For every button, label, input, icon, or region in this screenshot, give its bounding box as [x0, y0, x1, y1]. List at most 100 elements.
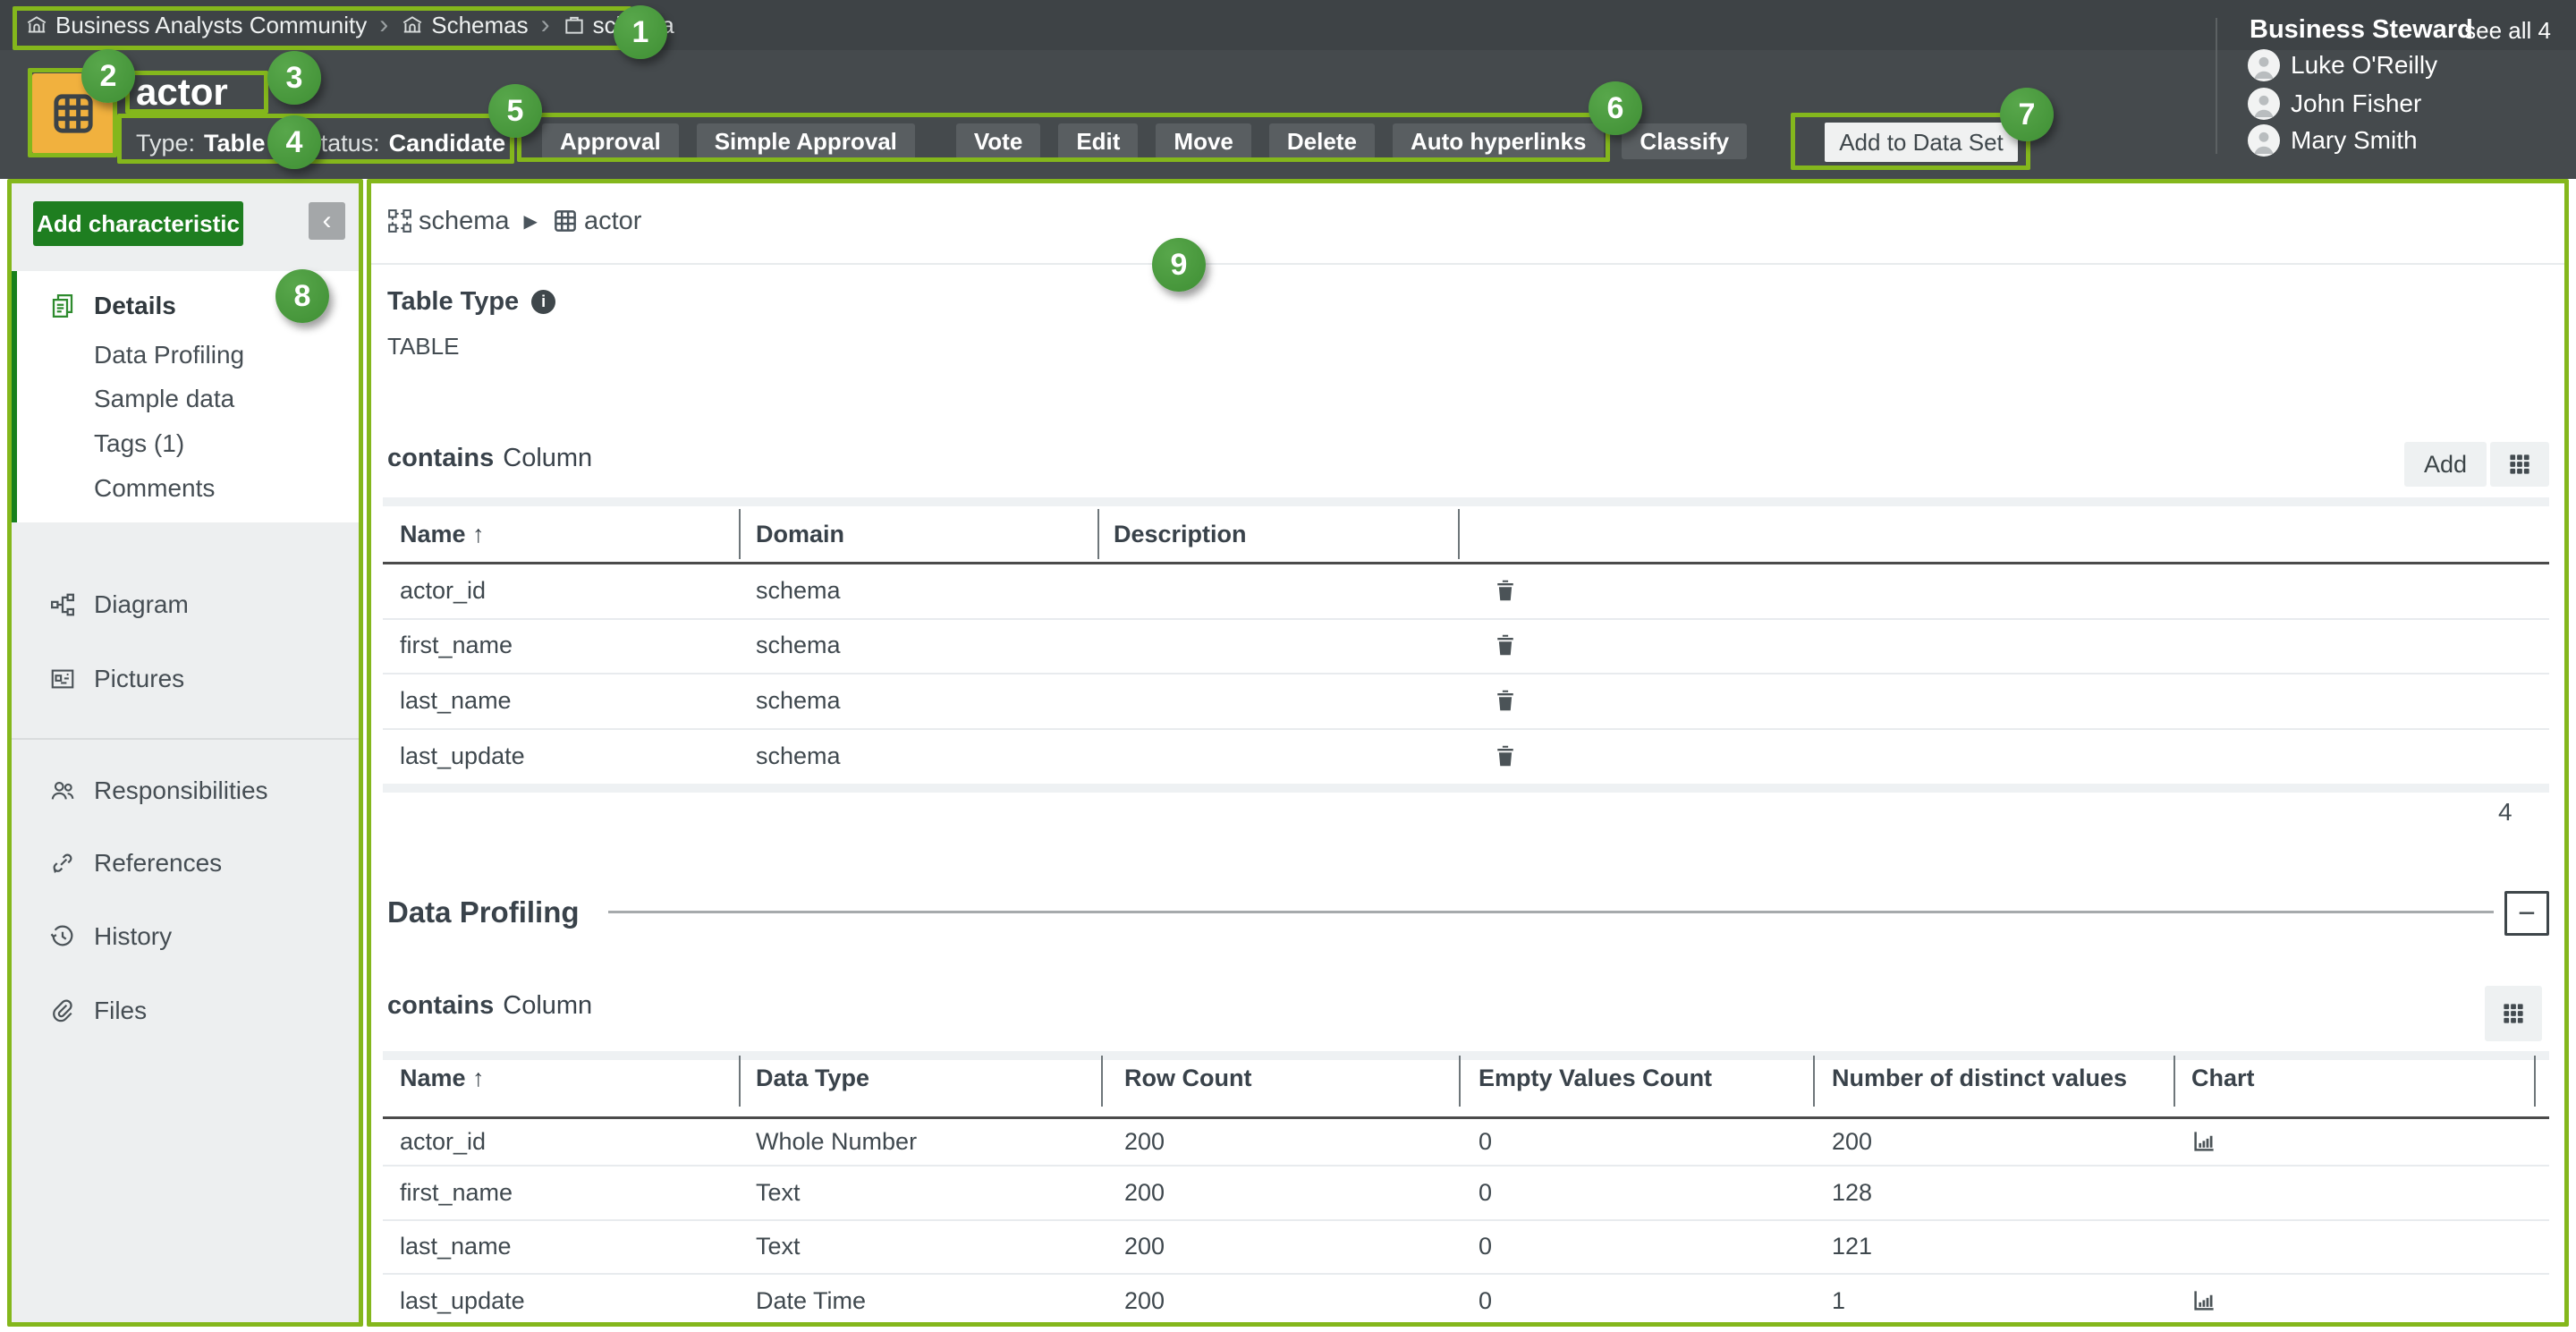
sidebar-item-comments[interactable]: Comments [12, 472, 359, 505]
sidebar-item-history[interactable]: History [12, 921, 359, 953]
cell-name[interactable]: actor_id [400, 1125, 486, 1158]
content-breadcrumb: schema ▶ actor [386, 205, 641, 237]
column-header-domain[interactable]: Domain [756, 518, 844, 550]
vote-button[interactable]: Vote [956, 123, 1040, 159]
asset-page: Business Analysts Community › Schemas › … [0, 0, 2576, 1332]
approval-button[interactable]: Approval [542, 123, 679, 159]
table-type-label: Table Type [387, 287, 519, 317]
breadcrumb-community[interactable]: Business Analysts Community [25, 12, 367, 39]
add-column-button[interactable]: Add [2404, 442, 2487, 487]
contains-column-heading: containsColumn [387, 442, 592, 474]
sidebar-item-label: Tags (1) [94, 429, 184, 458]
sidebar-item-label: Pictures [94, 665, 184, 693]
schema-icon [386, 208, 413, 234]
sidebar-item-responsibilities[interactable]: Responsibilities [12, 775, 359, 807]
content-breadcrumb-actor[interactable]: actor [584, 207, 641, 236]
section-rule [608, 911, 2494, 913]
chevron-right-icon: › [539, 12, 552, 38]
content-breadcrumb-schema[interactable]: schema [419, 207, 510, 236]
sidebar-item-details[interactable]: Details [12, 290, 359, 322]
grid-icon [2500, 1000, 2527, 1027]
breadcrumb-schema[interactable]: schema [563, 12, 674, 39]
breadcrumb-label: Business Analysts Community [55, 12, 367, 39]
add-characteristic-button[interactable]: Add characteristic [33, 201, 243, 246]
move-button[interactable]: Move [1156, 123, 1250, 159]
sidebar-item-references[interactable]: References [12, 847, 359, 879]
table-top-band [383, 497, 2549, 506]
collapse-section-button[interactable]: − [2504, 891, 2549, 936]
cell-name[interactable]: last_update [400, 740, 525, 772]
cell-empty-values: 0 [1479, 1285, 1492, 1317]
column-header-empty-values[interactable]: Empty Values Count [1479, 1062, 1712, 1094]
auto-hyperlinks-button[interactable]: Auto hyperlinks [1393, 123, 1604, 159]
edit-button[interactable]: Edit [1058, 123, 1138, 159]
cell-name[interactable]: actor_id [400, 574, 486, 607]
row-separator [383, 673, 2549, 674]
column-header-distinct-values[interactable]: Number of distinct values [1832, 1062, 2127, 1094]
steward-user[interactable]: Luke O'Reilly [2248, 49, 2437, 81]
classify-button[interactable]: Classify [1622, 123, 1747, 159]
cell-name[interactable]: last_update [400, 1285, 525, 1317]
cell-name[interactable]: first_name [400, 1176, 513, 1209]
column-separator [739, 1056, 741, 1107]
content-divider [371, 263, 2564, 265]
delete-row-trash-icon[interactable] [1492, 687, 1519, 714]
bar-chart-icon[interactable] [2190, 1287, 2217, 1314]
breadcrumb-schemas[interactable]: Schemas [401, 12, 528, 39]
sidebar: Add characteristic ‹ Details Data Profil… [12, 183, 359, 1322]
document-pages-icon [49, 293, 76, 319]
cell-name[interactable]: first_name [400, 629, 513, 661]
column-header-row-count[interactable]: Row Count [1124, 1062, 1251, 1094]
cell-row-count: 200 [1124, 1230, 1165, 1262]
row-count-total: 4 [2498, 796, 2512, 828]
user-avatar-icon [2248, 124, 2280, 157]
main-content: schema ▶ actor Table Type i TABLE contai… [371, 183, 2564, 1327]
steward-user[interactable]: Mary Smith [2248, 124, 2418, 157]
steward-see-all-link[interactable]: see all 4 [2464, 15, 2551, 46]
sidebar-item-pictures[interactable]: Pictures [12, 663, 359, 695]
sidebar-item-label: Diagram [94, 590, 189, 619]
delete-row-trash-icon[interactable] [1492, 632, 1519, 658]
sidebar-item-diagram[interactable]: Diagram [12, 589, 359, 621]
column-header-name[interactable]: Name ↑ [400, 518, 485, 550]
steward-user-name: Luke O'Reilly [2291, 51, 2437, 80]
cell-name[interactable]: last_name [400, 684, 512, 717]
table-options-grid-button[interactable] [2485, 986, 2542, 1041]
column-separator [1459, 1056, 1461, 1107]
column-header-name[interactable]: Name ↑ [400, 1062, 485, 1094]
status-value: Candidate [389, 130, 506, 157]
cell-domain: schema [756, 629, 841, 661]
asset-header: actor Type: Table Status: Candidate Appr… [0, 50, 2576, 179]
sidebar-item-tags[interactable]: Tags (1) [12, 428, 359, 460]
collapse-sidebar-button[interactable]: ‹ [309, 202, 345, 240]
user-avatar-icon [2248, 49, 2280, 81]
sidebar-item-files[interactable]: Files [12, 995, 359, 1027]
delete-row-trash-icon[interactable] [1492, 577, 1519, 604]
table-options-grid-button[interactable] [2490, 442, 2549, 487]
cell-row-count: 200 [1124, 1125, 1165, 1158]
delete-button[interactable]: Delete [1269, 123, 1375, 159]
info-icon[interactable]: i [531, 290, 555, 314]
simple-approval-button[interactable]: Simple Approval [697, 123, 915, 159]
steward-title: Business Steward [2250, 13, 2473, 46]
chevron-right-icon: › [377, 12, 390, 38]
table-type-value: TABLE [387, 330, 459, 362]
delete-row-trash-icon[interactable] [1492, 742, 1519, 769]
header-underline [383, 1116, 2549, 1119]
contains-column-table: Name ↑ Domain Description actor_id schem… [383, 497, 2549, 793]
bar-chart-icon[interactable] [2190, 1128, 2217, 1155]
sidebar-item-label: History [94, 922, 172, 951]
column-header-chart[interactable]: Chart [2191, 1062, 2255, 1094]
column-header-description[interactable]: Description [1114, 518, 1247, 550]
sidebar-item-label: Responsibilities [94, 776, 268, 805]
sidebar-item-data-profiling[interactable]: Data Profiling [12, 339, 359, 371]
steward-user[interactable]: John Fisher [2248, 88, 2421, 120]
column-header-data-type[interactable]: Data Type [756, 1062, 869, 1094]
breadcrumb: Business Analysts Community › Schemas › … [25, 0, 674, 50]
type-value: Table [204, 130, 266, 157]
cell-name[interactable]: last_name [400, 1230, 512, 1262]
row-separator [383, 1273, 2549, 1275]
cell-row-count: 200 [1124, 1285, 1165, 1317]
add-to-dataset-button[interactable]: Add to Data Set [1825, 123, 2018, 162]
sidebar-item-sample-data[interactable]: Sample data [12, 383, 359, 415]
